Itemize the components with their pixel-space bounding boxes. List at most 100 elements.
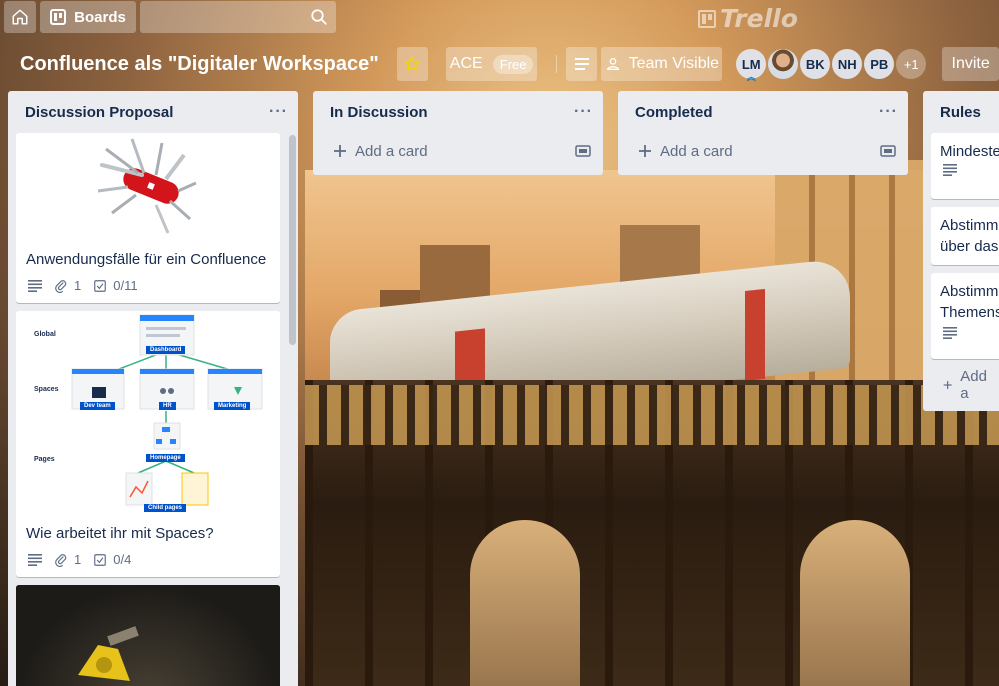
description-icon bbox=[28, 279, 42, 292]
list-menu-icon[interactable]: ··· bbox=[879, 103, 898, 121]
description-icon bbox=[28, 553, 42, 566]
card-cover bbox=[16, 133, 280, 241]
board-menu-button[interactable] bbox=[566, 47, 598, 81]
trello-logo[interactable]: Trello bbox=[698, 4, 798, 33]
diagram-row-label: Global bbox=[34, 331, 56, 338]
card[interactable]: Abstimm über das bbox=[931, 207, 999, 265]
card[interactable]: Abstimm Themens bbox=[931, 273, 999, 359]
search-icon bbox=[311, 9, 327, 25]
card-badges: 1 0/4 bbox=[16, 550, 280, 577]
visibility-button[interactable]: Team Visible bbox=[601, 47, 723, 81]
plus-icon bbox=[639, 145, 651, 157]
list-menu-icon[interactable]: ··· bbox=[574, 103, 593, 121]
card-title: Abstimm über das bbox=[940, 217, 999, 255]
avatar[interactable]: NH bbox=[832, 49, 863, 79]
avatar-photo[interactable] bbox=[768, 49, 799, 79]
card-badges: 1 0/11 bbox=[16, 276, 280, 303]
list-scrollbar[interactable] bbox=[289, 135, 296, 345]
list-discussion-proposal: Discussion Proposal ··· Anwendungsfälle … bbox=[8, 91, 298, 686]
plus-icon bbox=[334, 145, 346, 157]
list-rules: Rules Mindeste Abstimm über das Abstimm … bbox=[923, 91, 999, 411]
card-cover bbox=[16, 585, 280, 686]
background-train-stripe bbox=[745, 288, 765, 382]
board-title[interactable]: Confluence als "Digitaler Workspace" bbox=[20, 53, 379, 76]
list-completed: Completed ··· Add a card bbox=[618, 91, 908, 175]
team-name: ACE bbox=[449, 55, 483, 72]
card[interactable]: Mindeste bbox=[931, 133, 999, 199]
card-title: Wie arbeitet ihr mit Spaces? bbox=[26, 525, 214, 542]
visibility-label: Team Visible bbox=[628, 55, 720, 72]
attachments-badge: 1 bbox=[54, 552, 81, 567]
list-title[interactable]: In Discussion bbox=[330, 104, 428, 121]
admin-chevron-icon: ︽ bbox=[746, 72, 756, 82]
add-card-button[interactable]: Add a card bbox=[618, 133, 908, 169]
list-menu-icon[interactable]: ··· bbox=[269, 103, 288, 121]
background-arch bbox=[470, 520, 580, 686]
card[interactable]: Anwendungsfälle für ein Confluence 1 0/1… bbox=[16, 133, 280, 303]
add-card-button[interactable]: Add a bbox=[923, 367, 999, 403]
boards-icon bbox=[50, 9, 67, 25]
card[interactable] bbox=[16, 585, 280, 686]
add-card-button[interactable]: Add a card bbox=[313, 133, 603, 169]
diagram-node: Homepage bbox=[146, 454, 185, 462]
list-header: Discussion Proposal ··· bbox=[8, 91, 298, 133]
diagram-node: Dashboard bbox=[146, 346, 186, 354]
list-header: In Discussion ··· bbox=[313, 91, 603, 133]
description-icon bbox=[574, 58, 589, 70]
paperclip-icon bbox=[55, 553, 67, 567]
checklist-icon bbox=[94, 279, 107, 292]
avatar[interactable]: LM ︽ bbox=[736, 49, 767, 82]
background-arch bbox=[800, 520, 910, 686]
boards-button[interactable]: Boards bbox=[40, 1, 136, 33]
home-icon bbox=[12, 9, 28, 25]
team-button[interactable]: ACE Free bbox=[445, 47, 538, 81]
card-badges bbox=[931, 323, 999, 349]
paperclip-icon bbox=[55, 279, 67, 293]
attachments-badge: 1 bbox=[54, 278, 81, 293]
star-icon bbox=[404, 56, 420, 71]
diagram-row-label: Spaces bbox=[34, 386, 59, 393]
add-card-label: Add a card bbox=[355, 142, 428, 160]
list-title[interactable]: Completed bbox=[635, 104, 713, 121]
avatar[interactable]: PB bbox=[864, 49, 895, 79]
diagram-node: Child pages bbox=[144, 504, 187, 512]
team-icon bbox=[606, 58, 619, 70]
list-header: Rules bbox=[923, 91, 999, 133]
confluence-spaces-diagram bbox=[71, 314, 263, 506]
checklist-badge: 0/4 bbox=[93, 552, 131, 567]
home-button[interactable] bbox=[4, 1, 36, 33]
team-plan-badge: Free bbox=[492, 54, 534, 74]
invite-button[interactable]: Invite bbox=[942, 47, 999, 81]
board-header: Confluence als "Digitaler Workspace" ACE… bbox=[0, 40, 999, 88]
card[interactable]: Global Spaces Pages Dashboard Dev team H… bbox=[16, 311, 280, 577]
card-badges bbox=[931, 162, 999, 186]
card-title: Anwendungsfälle für ein Confluence bbox=[26, 251, 267, 268]
list-title[interactable]: Rules bbox=[940, 104, 981, 121]
boards-label: Boards bbox=[74, 8, 126, 26]
card-title: Abstimm Themens bbox=[940, 283, 999, 321]
plus-icon bbox=[943, 381, 952, 389]
star-board-button[interactable] bbox=[396, 47, 428, 81]
diagram-row-label: Pages bbox=[34, 456, 55, 463]
background-bridge-railing bbox=[305, 385, 999, 445]
card-template-icon[interactable] bbox=[575, 144, 591, 158]
list-title[interactable]: Discussion Proposal bbox=[25, 104, 173, 121]
description-icon bbox=[943, 164, 957, 176]
member-avatars: LM ︽ BK NH PB +1 bbox=[736, 49, 927, 82]
add-card-label: Add a card bbox=[660, 142, 733, 160]
list-in-discussion: In Discussion ··· Add a card bbox=[313, 91, 603, 175]
yellow-tool-icon bbox=[78, 626, 139, 681]
diagram-node: Dev team bbox=[80, 402, 115, 410]
diagram-node: Marketing bbox=[214, 402, 251, 410]
add-card-label: Add a bbox=[960, 368, 987, 402]
more-members-button[interactable]: +1 bbox=[896, 49, 927, 79]
trello-logo-icon bbox=[698, 9, 716, 28]
trello-logo-text: Trello bbox=[720, 4, 798, 33]
diagram-node: HR bbox=[159, 402, 176, 410]
avatar[interactable]: BK bbox=[800, 49, 831, 79]
divider bbox=[556, 55, 558, 73]
checklist-icon bbox=[94, 553, 107, 566]
top-navigation-bar: Boards bbox=[0, 0, 999, 34]
search-input[interactable] bbox=[140, 1, 336, 33]
card-template-icon[interactable] bbox=[880, 144, 896, 158]
